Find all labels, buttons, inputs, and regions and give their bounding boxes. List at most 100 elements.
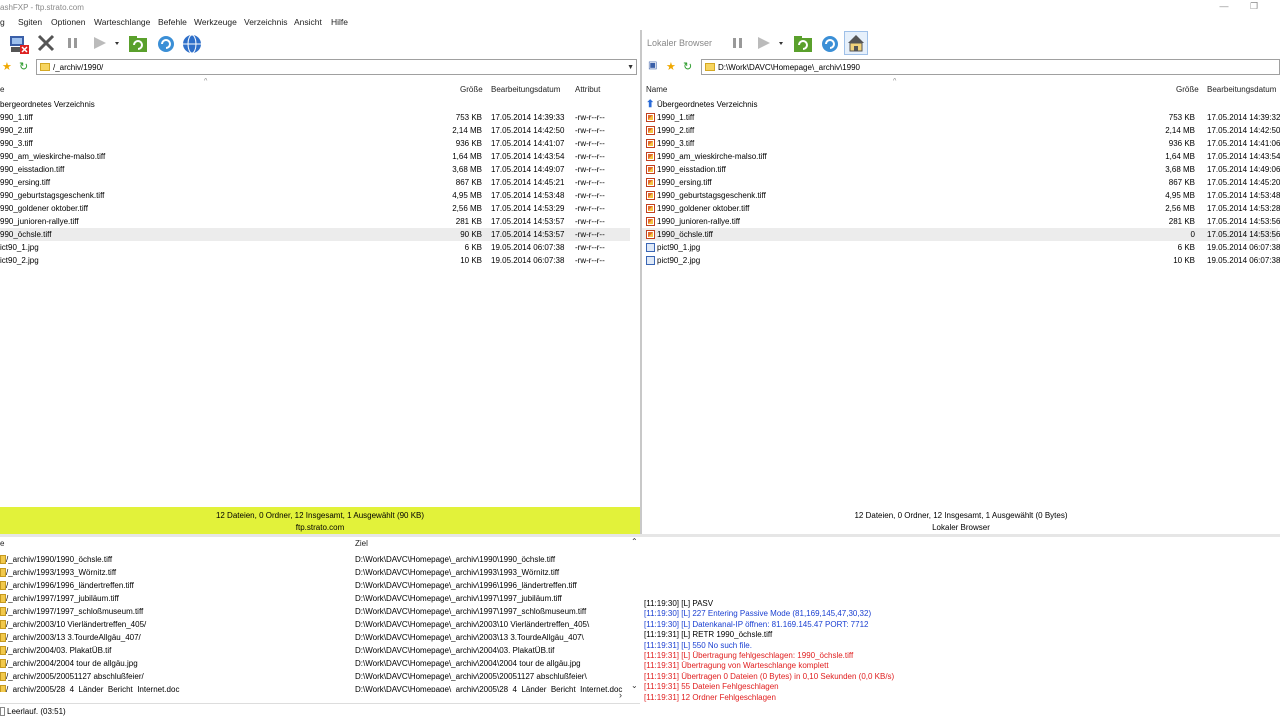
file-row[interactable]: 990_öchsle.tiff 90 KB 17.05.2014 14:53:57 -…	[0, 228, 630, 241]
minimize-button[interactable]: —	[1214, 1, 1234, 13]
transfer-queue: e Ziel /_archiv/1990/1990_öchsle.tiff D:\…	[0, 537, 640, 692]
local-path-input[interactable]: D:\Work\DAVC\Homepage\_archiv\1990	[701, 59, 1280, 75]
menu-item-commands[interactable]: Befehle	[158, 17, 187, 27]
queue-header-target[interactable]: Ziel	[355, 539, 368, 548]
file-row[interactable]: pict90_1.jpg 6 KB 19.05.2014 06:07:38	[642, 241, 1280, 254]
menu-item-help[interactable]: Hilfe	[331, 17, 348, 27]
file-row[interactable]: 990_eisstadion.tiff 3,68 MB 17.05.2014 14:…	[0, 163, 630, 176]
favorites-star-icon[interactable]: ★	[2, 60, 12, 73]
queue-item[interactable]: /_archiv/2003/10 Vierländertreffen_405/D…	[0, 618, 630, 631]
file-date: 17.05.2014 14:41:07	[491, 139, 565, 148]
menu-item-options[interactable]: Optionen	[51, 17, 86, 27]
queue-item[interactable]: /_archiv/2005/28_4_Länder_Bericht_Intern…	[0, 683, 630, 692]
file-row[interactable]: 1990_junioren-rallye.tiff 281 KB 17.05.201…	[642, 215, 1280, 228]
file-row[interactable]: 1990_goldener oktober.tiff 2,56 MB 17.05.2…	[642, 202, 1280, 215]
queue-item[interactable]: /_archiv/2003/13 3.TourdeAllgäu_407/D:\W…	[0, 631, 630, 644]
file-row[interactable]: 1990_1.tiff 753 KB 17.05.2014 14:39:32	[642, 111, 1280, 124]
chevron-down-icon[interactable]: ▼	[627, 64, 634, 71]
file-size: 10 KB	[1173, 256, 1195, 265]
column-header-name[interactable]: Name	[646, 85, 667, 94]
column-header-date[interactable]: Bearbeitungsdatum	[491, 85, 560, 94]
queue-item[interactable]: /_archiv/1996/1996_ländertreffen.tiff D:\…	[0, 579, 630, 592]
file-row[interactable]: 990_ersing.tiff 867 KB 17.05.2014 14:45:21…	[0, 176, 630, 189]
column-header-date[interactable]: Bearbeitungsdatum	[1207, 85, 1276, 94]
file-name: 990_3.tiff	[0, 139, 33, 148]
pause-button-local[interactable]	[729, 33, 749, 53]
file-name: 990_goldener oktober.tiff	[0, 204, 88, 213]
file-row[interactable]: 1990_ersing.tiff 867 KB 17.05.2014 14:45:2…	[642, 176, 1280, 189]
file-name: ict90_1.jpg	[0, 243, 39, 252]
tiff-file-icon	[646, 217, 655, 226]
menu-item-directory[interactable]: Verzeichnis	[244, 17, 287, 27]
file-row[interactable]: 990_am_wieskirche-malso.tiff 1,64 MB 17.05…	[0, 150, 630, 163]
file-row[interactable]: 990_1.tiff 753 KB 17.05.2014 14:39:33 -rw-r…	[0, 111, 630, 124]
file-row[interactable]: 990_2.tiff 2,14 MB 17.05.2014 14:42:50 -rw-…	[0, 124, 630, 137]
file-row[interactable]: 990_junioren-rallye.tiff 281 KB 17.05.2014…	[0, 215, 630, 228]
queue-scrollbar[interactable]: ⌃ ⌄	[630, 537, 640, 692]
file-row[interactable]: 990_goldener oktober.tiff 2,56 MB 17.05.20…	[0, 202, 630, 215]
disconnect-button[interactable]	[8, 33, 29, 54]
refresh-icon	[158, 36, 174, 52]
scroll-down-icon[interactable]: ⌄	[631, 681, 638, 690]
scroll-up-icon[interactable]: ⌃	[631, 537, 638, 546]
file-row[interactable]: 1990_öchsle.tiff 0 17.05.2014 14:53:56	[642, 228, 1280, 241]
globe-button[interactable]	[181, 33, 201, 54]
file-row[interactable]: ict90_1.jpg 6 KB 19.05.2014 06:07:38 -rw-r-…	[0, 241, 630, 254]
transfer-button[interactable]	[90, 33, 119, 53]
queue-item[interactable]: /_archiv/1997/1997_jubiläum.tiff D:\Work\…	[0, 592, 630, 605]
refresh-button-local[interactable]	[819, 33, 839, 53]
queue-item[interactable]: /_archiv/1993/1993_Wörnitz.tiff D:\Work\D…	[0, 566, 630, 579]
file-attr: -rw-r--r--	[575, 256, 605, 265]
menu-item-connect[interactable]: g	[0, 17, 5, 27]
queue-item[interactable]: /_archiv/2004/2004 tour de allgäu.jpg D:\…	[0, 657, 630, 670]
column-header-size[interactable]: Größe	[1176, 85, 1199, 94]
file-row[interactable]: 990_geburtstagsgeschenk.tiff 4,95 MB 17.05…	[0, 189, 630, 202]
queue-source: /_archiv/1993/1993_Wörnitz.tiff	[6, 568, 117, 577]
local-status-summary: 12 Dateien, 0 Ordner, 12 Insgesamt, 1 Au…	[854, 511, 1068, 520]
pane-splitter[interactable]	[640, 30, 642, 534]
queue-item[interactable]: /_archiv/2004/03. PlakatÜB.tif D:\Work\DA…	[0, 644, 630, 657]
queue-item[interactable]: /_archiv/1990/1990_öchsle.tiff D:\Work\DA…	[0, 553, 630, 566]
pause-button[interactable]	[64, 33, 84, 53]
parent-directory-row[interactable]: ⬆ Übergeordnetes Verzeichnis	[642, 98, 1278, 111]
file-row[interactable]: pict90_2.jpg 10 KB 19.05.2014 06:07:38	[642, 254, 1280, 267]
favorites-star-icon[interactable]: ★	[666, 60, 676, 73]
column-header-name[interactable]: e	[0, 85, 4, 94]
queue-item[interactable]: /_archiv/2005/20051127 abschlußfeier/D:\…	[0, 670, 630, 683]
file-row[interactable]: 1990_eisstadion.tiff 3,68 MB 17.05.2014 14…	[642, 163, 1280, 176]
log-line: [11:19:31] Übertragung von Warteschlange…	[644, 661, 829, 671]
queue-horizontal-scrollbar[interactable]: ›	[0, 690, 640, 702]
file-row[interactable]: 990_3.tiff 936 KB 17.05.2014 14:41:07 -rw-r…	[0, 137, 630, 150]
queue-header-name[interactable]: e	[0, 539, 4, 548]
menu-item-tools[interactable]: Werkzeuge	[194, 17, 237, 27]
file-row[interactable]: ict90_2.jpg 10 KB 19.05.2014 06:07:38 -rw-r…	[0, 254, 630, 267]
column-header-size[interactable]: Größe	[460, 85, 483, 94]
abort-button[interactable]	[36, 33, 56, 53]
remote-path-input[interactable]: /_archiv/1990/ ▼	[36, 59, 637, 75]
file-row[interactable]: 1990_am_wieskirche-malso.tiff 1,64 MB 17.0…	[642, 150, 1280, 163]
file-row[interactable]: 1990_3.tiff 936 KB 17.05.2014 14:41:06	[642, 137, 1280, 150]
parent-directory-row[interactable]: bergeordnetes Verzeichnis	[0, 98, 630, 111]
home-button[interactable]	[844, 31, 868, 55]
file-name: 1990_1.tiff	[657, 113, 695, 122]
file-row[interactable]: 1990_geburtstagsgeschenk.tiff 4,95 MB 17.0…	[642, 189, 1280, 202]
refresh-arrow-icon[interactable]: ↻	[19, 60, 28, 73]
menu-item-queue[interactable]: Warteschlange	[94, 17, 150, 27]
refresh-arrow-icon[interactable]: ↻	[683, 60, 692, 73]
refresh-button[interactable]	[155, 33, 175, 53]
refresh-green-button-local[interactable]	[792, 33, 812, 53]
transfer-button-local[interactable]	[754, 33, 783, 53]
sort-caret-icon: ^	[204, 78, 208, 85]
drive-icon[interactable]: ▣	[648, 60, 657, 71]
menu-item-sites[interactable]: Sgiten	[18, 17, 42, 27]
menu-item-view[interactable]: Ansicht	[294, 17, 322, 27]
file-name: 1990_am_wieskirche-malso.tiff	[657, 152, 767, 161]
scroll-right-icon[interactable]: ›	[619, 690, 622, 700]
column-header-attr[interactable]: Attribut	[575, 85, 600, 94]
restore-button[interactable]: ❐	[1244, 1, 1264, 13]
refresh-green-button[interactable]	[127, 33, 147, 53]
queue-item[interactable]: /_archiv/1997/1997_schloßmuseum.tiff D:\W…	[0, 605, 630, 618]
file-row[interactable]: 1990_2.tiff 2,14 MB 17.05.2014 14:42:50	[642, 124, 1280, 137]
file-attr: -rw-r--r--	[575, 230, 605, 239]
local-file-list: ^ Name Größe Bearbeitungsdatum ⬆ Übergeo…	[642, 78, 1280, 506]
